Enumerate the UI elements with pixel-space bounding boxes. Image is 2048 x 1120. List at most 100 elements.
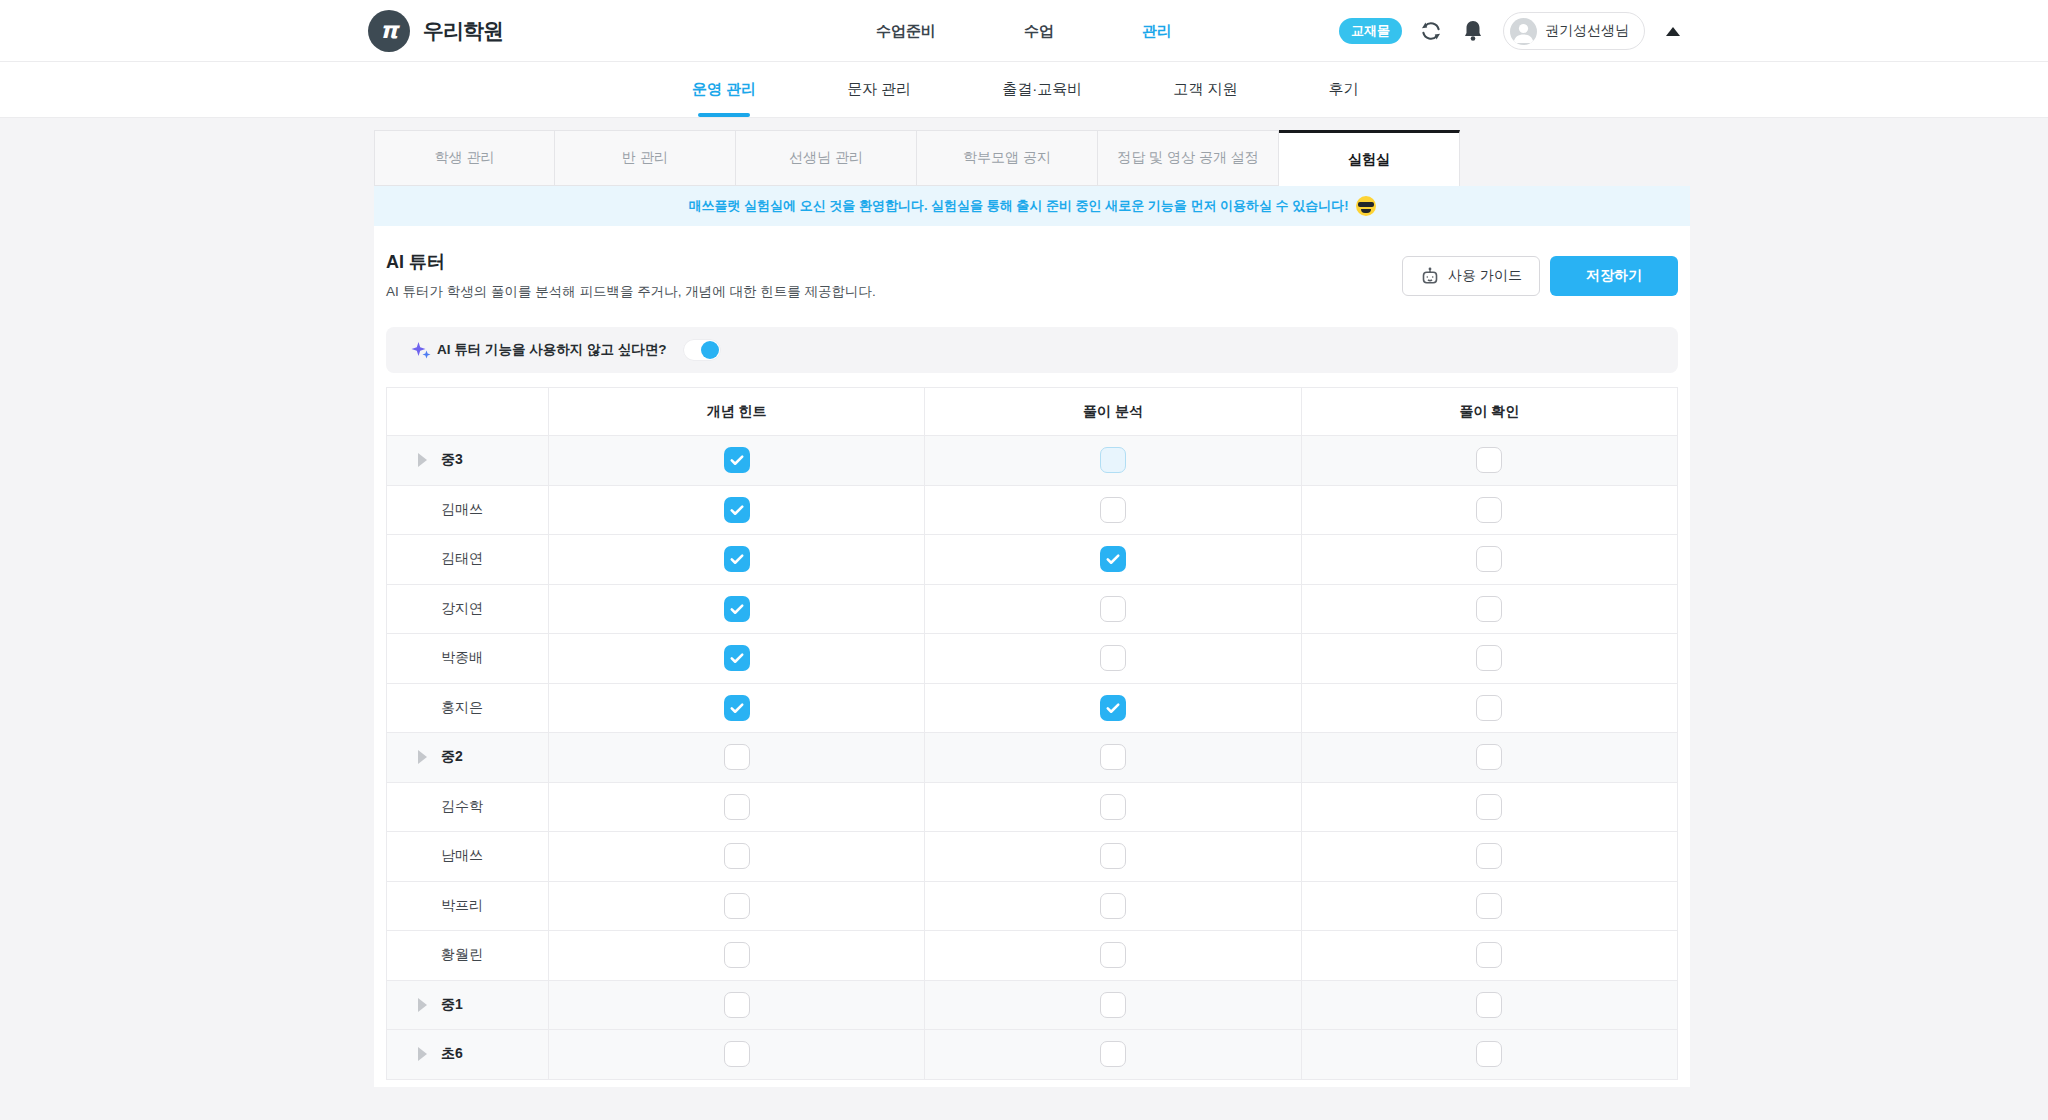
checkbox-solution-check-unchecked[interactable] — [1476, 695, 1502, 721]
checkbox-solution-check-unchecked[interactable] — [1476, 546, 1502, 572]
checkbox-solution-analysis-unchecked[interactable] — [1100, 942, 1126, 968]
checkbox-solution-check-unchecked[interactable] — [1476, 447, 1502, 473]
group-label: 중3 — [441, 451, 463, 469]
toggle-label: AI 튜터 기능을 사용하지 않고 싶다면? — [437, 341, 667, 359]
checkbox-solution-analysis-unchecked[interactable] — [1100, 893, 1126, 919]
expand-arrow-icon[interactable] — [418, 453, 427, 467]
group-row: 중2 — [387, 733, 1678, 783]
subnav-item-1[interactable]: 문자 관리 — [847, 62, 911, 117]
student-row: 황월린 — [387, 931, 1678, 981]
student-row: 김수학 — [387, 782, 1678, 832]
cell-solution-check — [1301, 733, 1677, 783]
subnav-item-0[interactable]: 운영 관리 — [692, 62, 756, 117]
column-header-concept-hint: 개념 힌트 — [549, 388, 925, 436]
checkbox-concept-hint-unchecked[interactable] — [724, 992, 750, 1018]
checkbox-concept-hint-checked[interactable] — [724, 546, 750, 572]
cell-solution-analysis — [925, 634, 1301, 684]
checkbox-solution-analysis-unchecked[interactable] — [1100, 1041, 1126, 1067]
row-label-cell: 초6 — [387, 1030, 549, 1080]
tab-1[interactable]: 반 관리 — [555, 130, 736, 186]
cell-concept-hint — [549, 1030, 925, 1080]
row-label-cell: 박종배 — [387, 634, 549, 684]
checkbox-concept-hint-checked[interactable] — [724, 596, 750, 622]
checkbox-solution-analysis-unchecked[interactable] — [1100, 744, 1126, 770]
nav-item-2[interactable]: 관리 — [1142, 22, 1172, 41]
cell-solution-check — [1301, 485, 1677, 535]
row-label-cell: 황월린 — [387, 931, 549, 981]
table-header-row: 개념 힌트풀이 분석풀이 확인 — [387, 388, 1678, 436]
checkbox-solution-check-unchecked[interactable] — [1476, 942, 1502, 968]
checkbox-concept-hint-unchecked[interactable] — [724, 744, 750, 770]
checkbox-solution-check-unchecked[interactable] — [1476, 645, 1502, 671]
checkbox-concept-hint-unchecked[interactable] — [724, 942, 750, 968]
checkbox-concept-hint-checked[interactable] — [724, 695, 750, 721]
checkbox-concept-hint-unchecked[interactable] — [724, 794, 750, 820]
checkbox-solution-check-unchecked[interactable] — [1476, 497, 1502, 523]
tab-3[interactable]: 학부모앱 공지 — [917, 130, 1098, 186]
tab-4[interactable]: 정답 및 영상 공개 설정 — [1098, 130, 1279, 186]
checkbox-solution-analysis-unchecked[interactable] — [1100, 992, 1126, 1018]
row-label-cell: 홍지은 — [387, 683, 549, 733]
settings-tabs: 학생 관리반 관리선생님 관리학부모앱 공지정답 및 영상 공개 설정실험실 — [374, 130, 2048, 186]
cell-solution-analysis — [925, 980, 1301, 1030]
expand-arrow-icon[interactable] — [418, 1047, 427, 1061]
save-button[interactable]: 저장하기 — [1550, 256, 1678, 296]
row-label-cell: 강지연 — [387, 584, 549, 634]
student-name: 박종배 — [441, 649, 483, 667]
expand-arrow-icon[interactable] — [418, 998, 427, 1012]
checkbox-concept-hint-unchecked[interactable] — [724, 1041, 750, 1067]
user-menu[interactable]: 권기성선생님 — [1503, 12, 1645, 50]
column-header-solution-analysis: 풀이 분석 — [925, 388, 1301, 436]
cell-solution-analysis — [925, 881, 1301, 931]
cell-solution-check — [1301, 683, 1677, 733]
checkbox-solution-check-unchecked[interactable] — [1476, 992, 1502, 1018]
student-name: 박프리 — [441, 897, 483, 915]
checkbox-solution-check-unchecked[interactable] — [1476, 794, 1502, 820]
checkbox-concept-hint-unchecked[interactable] — [724, 893, 750, 919]
checkbox-solution-analysis-unchecked[interactable] — [1100, 843, 1126, 869]
nav-item-1[interactable]: 수업 — [1024, 22, 1054, 41]
student-name: 김태연 — [441, 550, 483, 568]
nav-item-0[interactable]: 수업준비 — [876, 22, 936, 41]
notification-bell-icon[interactable] — [1462, 19, 1484, 43]
logo-pi-icon: π — [368, 10, 410, 52]
checkbox-solution-analysis-checked[interactable] — [1100, 695, 1126, 721]
robot-icon — [1420, 266, 1440, 286]
refresh-icon[interactable] — [1419, 19, 1443, 43]
tab-5[interactable]: 실험실 — [1279, 130, 1460, 186]
checkbox-solution-analysis-unchecked[interactable] — [1100, 596, 1126, 622]
cell-concept-hint — [549, 485, 925, 535]
checkbox-solution-check-unchecked[interactable] — [1476, 1041, 1502, 1067]
bookstore-badge[interactable]: 교재몰 — [1339, 18, 1402, 44]
checkbox-concept-hint-checked[interactable] — [724, 497, 750, 523]
logo[interactable]: π 우리학원 — [368, 0, 503, 62]
usage-guide-button[interactable]: 사용 가이드 — [1402, 256, 1540, 296]
checkbox-solution-analysis-unchecked[interactable] — [1100, 497, 1126, 523]
checkbox-solution-analysis-unchecked[interactable] — [1100, 794, 1126, 820]
tab-2[interactable]: 선생님 관리 — [736, 130, 917, 186]
checkbox-solution-analysis-unchecked[interactable] — [1100, 645, 1126, 671]
checkbox-concept-hint-checked[interactable] — [724, 447, 750, 473]
ai-tutor-disable-toggle[interactable] — [683, 339, 721, 361]
subnav-item-3[interactable]: 고객 지원 — [1173, 62, 1237, 117]
cell-concept-hint — [549, 931, 925, 981]
subnav-item-2[interactable]: 출결·교육비 — [1002, 62, 1082, 117]
checkbox-solution-analysis-indeterminate[interactable] — [1100, 447, 1126, 473]
expand-arrow-icon[interactable] — [418, 750, 427, 764]
checkbox-solution-analysis-checked[interactable] — [1100, 546, 1126, 572]
checkbox-solution-check-unchecked[interactable] — [1476, 843, 1502, 869]
cell-concept-hint — [549, 535, 925, 585]
app-header: π 우리학원 수업준비 수업 관리 교재몰 — [0, 0, 2048, 62]
checkbox-concept-hint-unchecked[interactable] — [724, 843, 750, 869]
subnav-item-4[interactable]: 후기 — [1329, 62, 1359, 117]
checkbox-solution-check-unchecked[interactable] — [1476, 596, 1502, 622]
checkbox-concept-hint-checked[interactable] — [724, 645, 750, 671]
ai-tutor-section-head: AI 튜터 AI 튜터가 학생의 풀이를 분석해 피드백을 주거나, 개념에 대… — [374, 226, 1690, 301]
chevron-up-icon[interactable] — [1666, 27, 1680, 36]
checkbox-solution-check-unchecked[interactable] — [1476, 893, 1502, 919]
content: 학생 관리반 관리선생님 관리학부모앱 공지정답 및 영상 공개 설정실험실 매… — [0, 130, 2048, 1087]
row-label-cell: 김수학 — [387, 782, 549, 832]
cell-solution-check — [1301, 634, 1677, 684]
tab-0[interactable]: 학생 관리 — [374, 130, 555, 186]
checkbox-solution-check-unchecked[interactable] — [1476, 744, 1502, 770]
